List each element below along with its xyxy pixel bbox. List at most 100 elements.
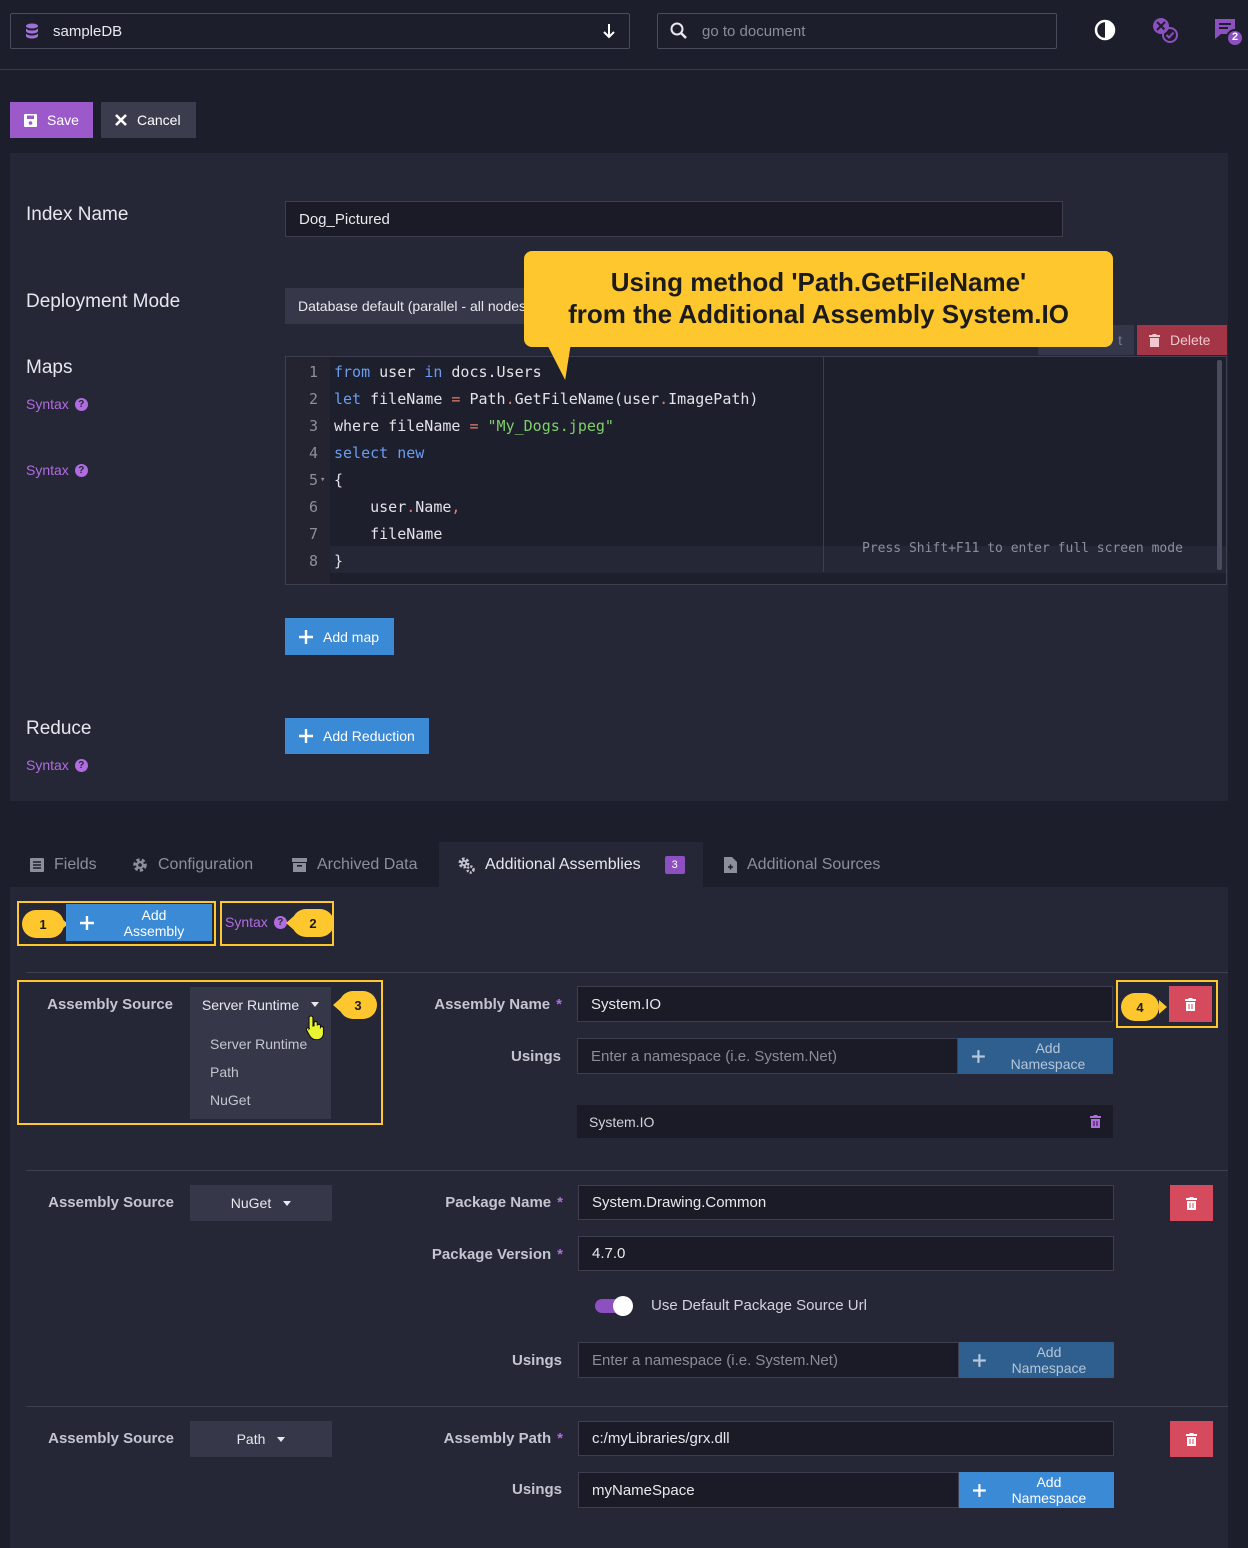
syntax-label: Syntax: [26, 757, 69, 773]
assembly-path-value: c:/myLibraries/grx.dll: [592, 1430, 730, 1447]
help-icon: ?: [74, 463, 88, 477]
add-namespace-button[interactable]: Add Namespace: [959, 1472, 1114, 1508]
step-marker-1: 1: [22, 910, 64, 938]
add-assembly-label: Add Assembly: [123, 906, 185, 939]
deployment-mode-label: Deployment Mode: [26, 291, 181, 312]
save-button[interactable]: Save: [10, 102, 93, 138]
package-version-input[interactable]: 4.7.0: [578, 1236, 1114, 1271]
package-name-value: System.Drawing.Common: [592, 1194, 767, 1211]
delete-assembly-button[interactable]: [1169, 986, 1212, 1022]
trash-icon[interactable]: [1090, 1115, 1101, 1128]
tab-additional-assemblies[interactable]: Additional Assemblies 3: [439, 842, 703, 888]
help-icon: ?: [273, 915, 287, 929]
delete-assembly-button[interactable]: [1170, 1185, 1213, 1221]
file-icon: [724, 857, 737, 873]
plus-icon: [80, 915, 94, 930]
maps-syntax-link[interactable]: Syntax?: [26, 396, 88, 412]
deployment-mode-dropdown[interactable]: Database default (parallel - all nodes: [285, 288, 535, 324]
trash-icon: [1186, 1432, 1197, 1446]
delete-map-button[interactable]: Delete: [1137, 325, 1227, 355]
cancel-label: Cancel: [137, 112, 181, 128]
gear-icon: [133, 858, 147, 872]
tab-label: Configuration: [158, 856, 254, 873]
tab-archived-data[interactable]: Archived Data: [274, 842, 436, 888]
namespace-input[interactable]: Enter a namespace (i.e. System.Net): [578, 1342, 959, 1378]
archive-icon: [292, 858, 307, 872]
database-name: sampleDB: [53, 22, 123, 40]
menu-item-path[interactable]: Path: [190, 1058, 331, 1086]
code-line: 5 ▾{: [308, 470, 344, 489]
code-line: 7 fileName: [308, 524, 443, 543]
namespace-input[interactable]: Enter a namespace (i.e. System.Net): [577, 1038, 958, 1074]
assembly-source-dropdown[interactable]: NuGet: [190, 1185, 332, 1221]
search-input[interactable]: [702, 22, 1032, 40]
default-source-label: Use Default Package Source Url: [651, 1297, 867, 1314]
tab-additional-sources[interactable]: Additional Sources: [706, 842, 898, 888]
list-icon: [30, 858, 44, 872]
index-name-input[interactable]: Dog_Pictured: [285, 201, 1063, 237]
code-line: 4 select new: [308, 443, 425, 462]
go-to-document-search[interactable]: [657, 13, 1057, 49]
database-selector[interactable]: sampleDB: [10, 13, 630, 49]
namespace-input[interactable]: myNameSpace: [578, 1472, 959, 1508]
caret-down-icon: [311, 1002, 320, 1007]
save-label: Save: [47, 112, 79, 128]
package-name-label: Package Name *: [445, 1194, 563, 1211]
maps-syntax-link-2[interactable]: Syntax?: [26, 462, 88, 478]
plus-icon: [299, 629, 313, 644]
add-reduction-button[interactable]: Add Reduction: [285, 718, 429, 754]
tab-label: Additional Sources: [747, 856, 881, 873]
callout-line-1: Using method 'Path.GetFileName': [610, 267, 1027, 297]
assembly-source-label: Assembly Source: [48, 1430, 174, 1447]
section-divider: [26, 1170, 1228, 1171]
default-source-toggle[interactable]: [595, 1295, 633, 1316]
tab-fields[interactable]: Fields: [12, 842, 115, 888]
theme-toggle-icon[interactable]: [1090, 16, 1120, 46]
section-divider: [26, 1406, 1228, 1407]
add-namespace-button[interactable]: Add Namespace: [958, 1038, 1113, 1074]
assemblies-syntax-link[interactable]: Syntax?: [225, 914, 287, 930]
assembly-source-dropdown[interactable]: Path: [190, 1421, 332, 1457]
caret-down-icon: [277, 1436, 286, 1442]
step-marker-4: 4: [1121, 993, 1159, 1021]
add-namespace-button[interactable]: Add Namespace: [959, 1342, 1114, 1378]
caret-down-icon: [283, 1200, 292, 1206]
package-version-value: 4.7.0: [592, 1245, 626, 1262]
tab-configuration[interactable]: Configuration: [114, 842, 271, 888]
add-map-button[interactable]: Add map: [285, 618, 394, 655]
namespace-value: myNameSpace: [592, 1481, 695, 1499]
editor-print-margin: [823, 357, 824, 572]
assembly-name-label: Assembly Name *: [434, 996, 562, 1013]
assembly-path-label-text: Assembly Path: [443, 1430, 552, 1447]
reduce-syntax-link[interactable]: Syntax?: [26, 757, 88, 773]
cancel-button[interactable]: Cancel: [101, 102, 196, 138]
assembly-path-input[interactable]: c:/myLibraries/grx.dll: [578, 1421, 1114, 1456]
fullscreen-hint: Press Shift+F11 to enter full screen mod…: [862, 541, 1183, 556]
assembly-source-label: Assembly Source: [48, 1194, 174, 1211]
assembly-source-value: Server Runtime: [201, 996, 300, 1013]
section-divider: [26, 972, 1228, 973]
delete-assembly-button[interactable]: [1170, 1421, 1213, 1457]
editor-scrollbar[interactable]: [1217, 360, 1222, 570]
add-namespace-label: Add Namespace: [1011, 1344, 1087, 1376]
namespace-placeholder: Enter a namespace (i.e. System.Net): [591, 1047, 837, 1065]
maps-label: Maps: [26, 357, 73, 378]
usings-label: Usings: [511, 1352, 562, 1369]
cluster-status-icon[interactable]: [1150, 16, 1180, 46]
assembly-name-label-text: Assembly Name: [434, 996, 551, 1013]
topbar-divider: [0, 69, 1248, 70]
add-namespace-label: Add Namespace: [1010, 1040, 1086, 1072]
menu-item-nuget[interactable]: NuGet: [190, 1086, 331, 1114]
using-chip-label: System.IO: [589, 1113, 655, 1130]
add-assembly-button[interactable]: Add Assembly: [66, 904, 212, 941]
package-name-input[interactable]: System.Drawing.Common: [578, 1185, 1114, 1220]
notifications-icon[interactable]: 2: [1212, 16, 1244, 47]
save-icon: [24, 113, 37, 127]
using-chip: System.IO: [577, 1105, 1113, 1138]
package-name-label-text: Package Name: [445, 1194, 552, 1211]
delete-map-label: Delete: [1170, 332, 1211, 348]
assembly-name-value: System.IO: [591, 995, 662, 1013]
default-source-toggle-row: Use Default Package Source Url: [595, 1295, 867, 1316]
assembly-name-input[interactable]: System.IO: [577, 986, 1113, 1022]
syntax-label: Syntax: [225, 914, 268, 930]
